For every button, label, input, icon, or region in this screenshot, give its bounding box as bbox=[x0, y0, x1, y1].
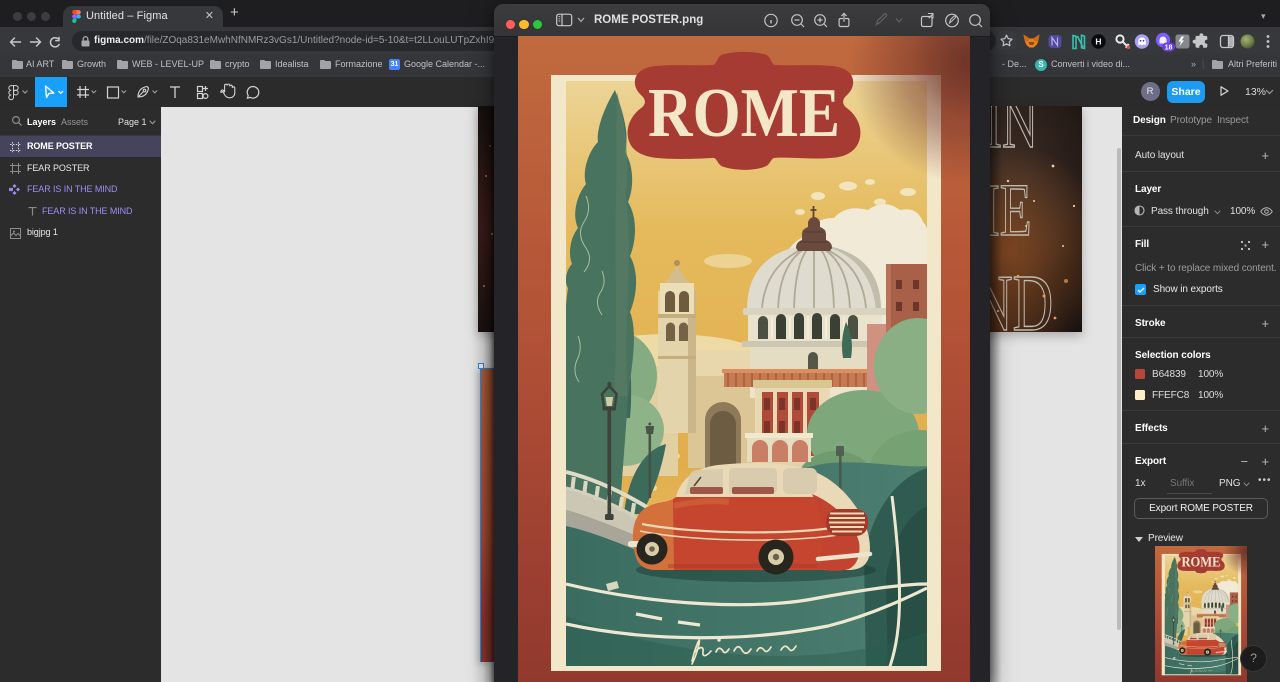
svg-text:18: 18 bbox=[1165, 45, 1173, 52]
svg-text:H: H bbox=[1095, 37, 1101, 47]
